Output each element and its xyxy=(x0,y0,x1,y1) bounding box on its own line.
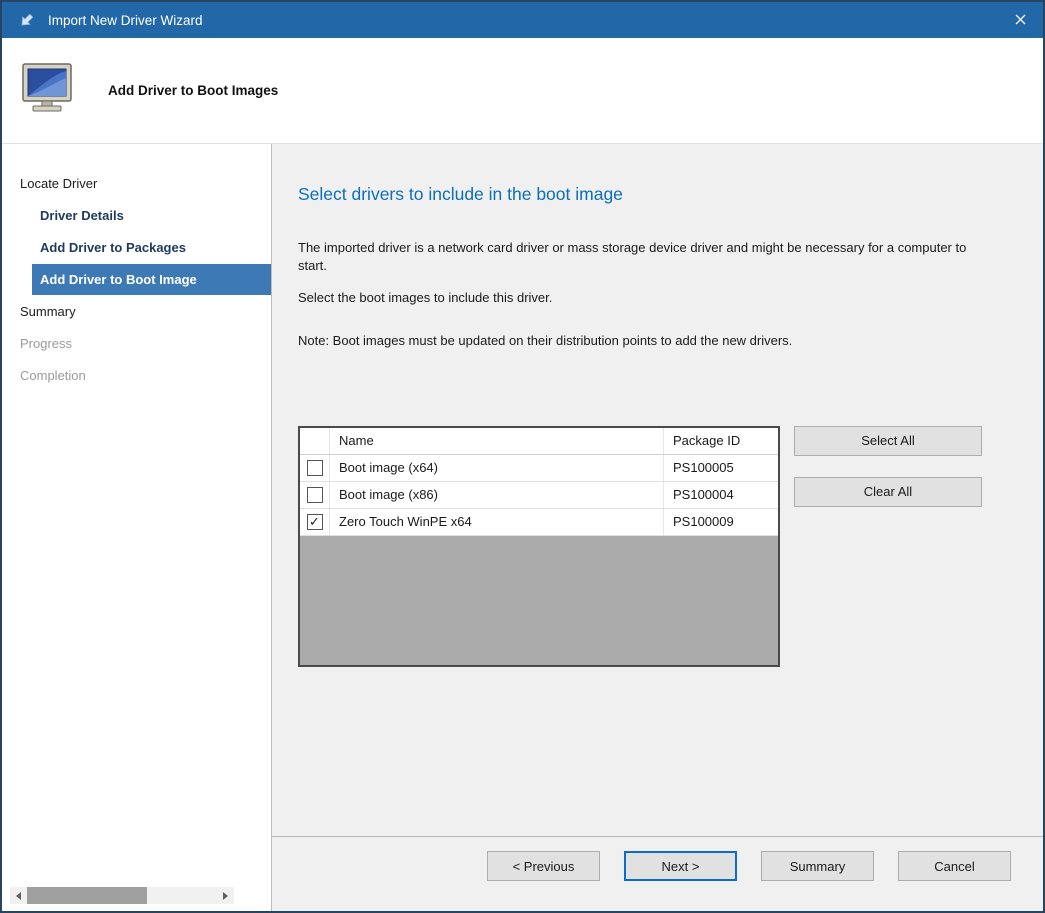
boot-image-x86-checkbox[interactable] xyxy=(307,487,323,503)
sidebar-item-completion: Completion xyxy=(2,360,271,391)
table-header-row: Name Package ID xyxy=(300,428,778,455)
zero-touch-winpe-checkbox[interactable] xyxy=(307,514,323,530)
table-row[interactable]: Zero Touch WinPE x64 PS100009 xyxy=(300,509,778,536)
sidebar-item-summary: Summary xyxy=(2,296,271,327)
page-title: Add Driver to Boot Images xyxy=(108,83,278,98)
content-heading: Select drivers to include in the boot im… xyxy=(298,184,1013,205)
close-icon xyxy=(1015,13,1026,28)
computer-icon xyxy=(20,62,78,119)
name-column-header: Name xyxy=(330,428,664,454)
close-button[interactable] xyxy=(997,2,1043,38)
checkbox-cell xyxy=(300,455,330,481)
table-empty-area xyxy=(300,536,778,665)
select-all-button[interactable]: Select All xyxy=(794,426,982,456)
scroll-left-button[interactable] xyxy=(10,887,27,904)
wizard-steps-sidebar: Locate Driver Driver Details Add Driver … xyxy=(2,144,272,911)
sidebar-item-add-driver-to-boot-image: Add Driver to Boot Image xyxy=(32,264,271,295)
table-row[interactable]: Boot image (x86) PS100004 xyxy=(300,482,778,509)
selection-buttons: Select All Clear All xyxy=(794,426,982,507)
page-content: Select drivers to include in the boot im… xyxy=(272,144,1043,667)
scroll-left-icon xyxy=(16,892,21,900)
titlebar[interactable]: Import New Driver Wizard xyxy=(2,2,1043,38)
boot-image-name: Boot image (x86) xyxy=(330,482,664,508)
summary-button[interactable]: Summary xyxy=(761,851,874,881)
wizard-header: Add Driver to Boot Images xyxy=(2,38,1043,144)
window-title: Import New Driver Wizard xyxy=(48,13,997,28)
sidebar-item-driver-details: Driver Details xyxy=(2,200,271,231)
boot-images-table: Name Package ID Boot image (x64) PS10000… xyxy=(298,426,780,667)
package-id: PS100005 xyxy=(664,455,778,481)
sidebar-item-locate-driver: Locate Driver xyxy=(2,168,271,199)
checkbox-cell xyxy=(300,482,330,508)
wizard-footer: < Previous Next > Summary Cancel xyxy=(272,836,1043,911)
package-id: PS100004 xyxy=(664,482,778,508)
sidebar-item-progress: Progress xyxy=(2,328,271,359)
navigation-buttons: < Previous Next > Summary Cancel xyxy=(304,851,1011,881)
sidebar-item-add-driver-to-packages: Add Driver to Packages xyxy=(2,232,271,263)
scroll-right-icon xyxy=(223,892,228,900)
checkbox-cell xyxy=(300,509,330,535)
instruction-text: Select the boot images to include this d… xyxy=(298,289,974,307)
boot-images-section: Name Package ID Boot image (x64) PS10000… xyxy=(298,426,1013,667)
wizard-body: Locate Driver Driver Details Add Driver … xyxy=(2,144,1043,911)
table-row[interactable]: Boot image (x64) PS100005 xyxy=(300,455,778,482)
package-id-column-header: Package ID xyxy=(664,428,778,454)
cancel-button[interactable]: Cancel xyxy=(898,851,1011,881)
boot-image-name: Zero Touch WinPE x64 xyxy=(330,509,664,535)
main-pane: Select drivers to include in the boot im… xyxy=(272,144,1043,911)
boot-image-x64-checkbox[interactable] xyxy=(307,460,323,476)
scroll-right-button[interactable] xyxy=(217,887,234,904)
clear-all-button[interactable]: Clear All xyxy=(794,477,982,507)
previous-button[interactable]: < Previous xyxy=(487,851,600,881)
wizard-window: Import New Driver Wizard Add Driver to B… xyxy=(0,0,1045,913)
boot-image-name: Boot image (x64) xyxy=(330,455,664,481)
checkbox-column-header xyxy=(300,428,330,454)
wizard-app-icon xyxy=(18,11,36,29)
scrollbar-track[interactable] xyxy=(27,887,217,904)
sidebar-horizontal-scrollbar[interactable] xyxy=(10,887,234,904)
next-button[interactable]: Next > xyxy=(624,851,737,881)
note-text: Note: Boot images must be updated on the… xyxy=(298,332,974,350)
intro-text: The imported driver is a network card dr… xyxy=(298,239,974,275)
scrollbar-thumb[interactable] xyxy=(27,887,147,904)
package-id: PS100009 xyxy=(664,509,778,535)
